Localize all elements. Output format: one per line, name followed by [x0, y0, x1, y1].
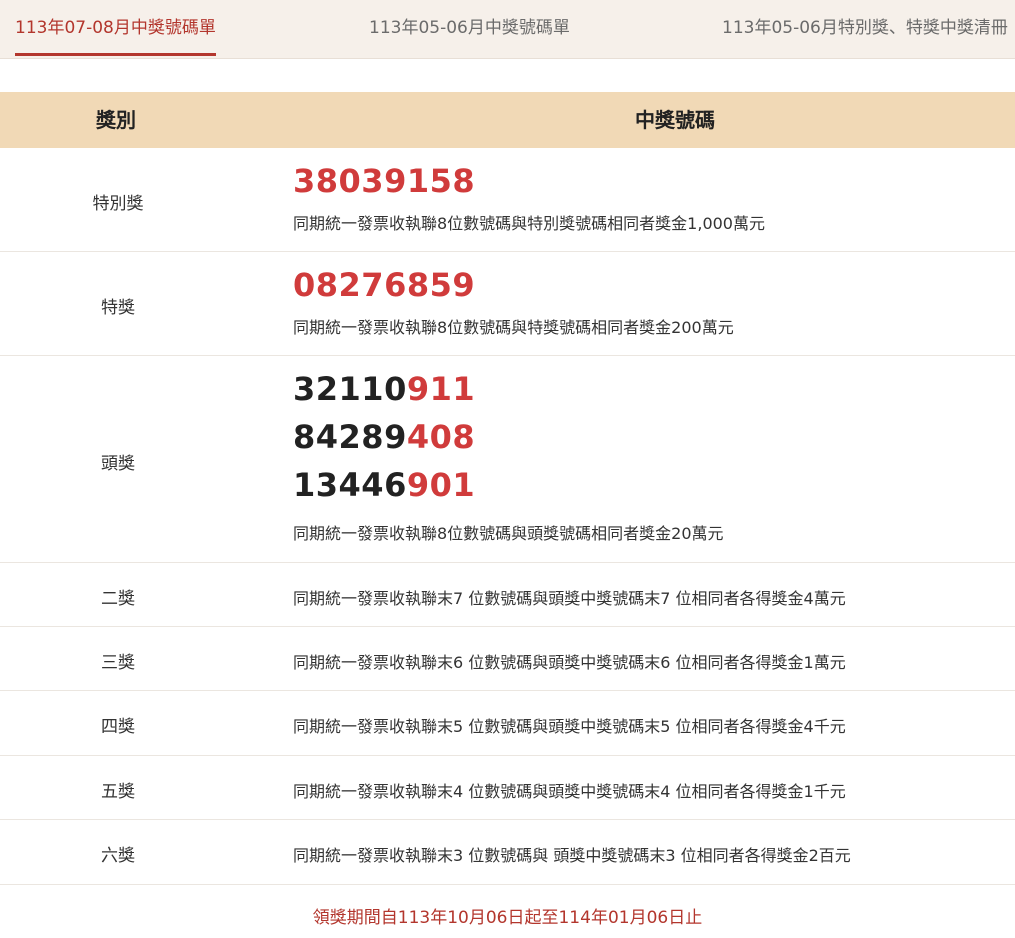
- prize-name: 四獎: [101, 717, 135, 737]
- number-tail: 911: [406, 370, 476, 408]
- table-header: 獎別 中獎號碼: [0, 92, 1015, 148]
- prize-name: 二獎: [101, 589, 135, 609]
- special-prize-number: 38039158: [293, 162, 476, 200]
- first-prize-number: 32110911: [293, 369, 475, 409]
- prize-description: 同期統一發票收執聯末6 位數號碼與頭獎中獎號碼末6 位相同者各得獎金1萬元: [293, 653, 846, 672]
- prize-name: 三獎: [101, 653, 135, 673]
- prize-description: 同期統一發票收執聯8位數號碼與特獎號碼相同者獎金200萬元: [293, 318, 734, 337]
- period-tabs: 113年07-08月中獎號碼單 113年05-06月中獎號碼單 113年05-0…: [0, 0, 1015, 59]
- prize-row-grand: 特獎 08276859 同期統一發票收執聯8位數號碼與特獎號碼相同者獎金200萬…: [0, 252, 1015, 356]
- header-category: 獎別: [96, 108, 136, 132]
- number-head: 13446: [293, 466, 407, 504]
- number-head: 84289: [293, 418, 407, 456]
- prize-description: 同期統一發票收執聯末4 位數號碼與頭獎中獎號碼末4 位相同者各得獎金1千元: [293, 782, 846, 801]
- prize-name: 特別獎: [92, 194, 144, 214]
- tab-113-05-06-special-list[interactable]: 113年05-06月特別獎、特獎中獎清冊: [722, 0, 1008, 56]
- tab-113-05-06[interactable]: 113年05-06月中獎號碼單: [369, 0, 570, 56]
- prize-description: 同期統一發票收執聯末5 位數號碼與頭獎中獎號碼末5 位相同者各得獎金4千元: [293, 717, 846, 736]
- first-prize-number: 13446901: [293, 465, 475, 505]
- prize-name: 五獎: [101, 782, 135, 802]
- prize-description: 同期統一發票收執聯8位數號碼與特別獎號碼相同者獎金1,000萬元: [293, 214, 765, 233]
- prize-row-first: 頭獎 32110911 84289408 13446901 同期統一發票收執聯8…: [0, 356, 1015, 563]
- number-tail: 408: [406, 418, 476, 456]
- prize-row-fourth: 四獎 同期統一發票收執聯末5 位數號碼與頭獎中獎號碼末5 位相同者各得獎金4千元: [0, 691, 1015, 756]
- claim-period-note: 領獎期間自113年10月06日起至114年01月06日止: [312, 908, 703, 928]
- prize-name: 六獎: [101, 846, 135, 866]
- tab-113-07-08[interactable]: 113年07-08月中獎號碼單: [15, 0, 216, 56]
- prize-description: 同期統一發票收執聯末3 位數號碼與 頭獎中獎號碼末3 位相同者各得獎金2百元: [293, 846, 851, 865]
- prize-description: 同期統一發票收執聯8位數號碼與頭獎號碼相同者獎金20萬元: [293, 524, 724, 543]
- prize-name: 特獎: [101, 298, 135, 318]
- prize-row-third: 三獎 同期統一發票收執聯末6 位數號碼與頭獎中獎號碼末6 位相同者各得獎金1萬元: [0, 627, 1015, 691]
- prize-row-second: 二獎 同期統一發票收執聯末7 位數號碼與頭獎中獎號碼末7 位相同者各得獎金4萬元: [0, 563, 1015, 627]
- prize-name: 頭獎: [101, 454, 135, 474]
- prize-description: 同期統一發票收執聯末7 位數號碼與頭獎中獎號碼末7 位相同者各得獎金4萬元: [293, 589, 846, 608]
- header-numbers: 中獎號碼: [635, 108, 715, 132]
- prize-row-fifth: 五獎 同期統一發票收執聯末4 位數號碼與頭獎中獎號碼末4 位相同者各得獎金1千元: [0, 756, 1015, 820]
- prize-row-special: 特別獎 38039158 同期統一發票收執聯8位數號碼與特別獎號碼相同者獎金1,…: [0, 148, 1015, 252]
- number-head: 32110: [293, 370, 407, 408]
- grand-prize-number: 08276859: [293, 266, 476, 304]
- prize-row-sixth: 六獎 同期統一發票收執聯末3 位數號碼與 頭獎中獎號碼末3 位相同者各得獎金2百…: [0, 820, 1015, 885]
- first-prize-number: 84289408: [293, 417, 475, 457]
- number-tail: 901: [406, 466, 476, 504]
